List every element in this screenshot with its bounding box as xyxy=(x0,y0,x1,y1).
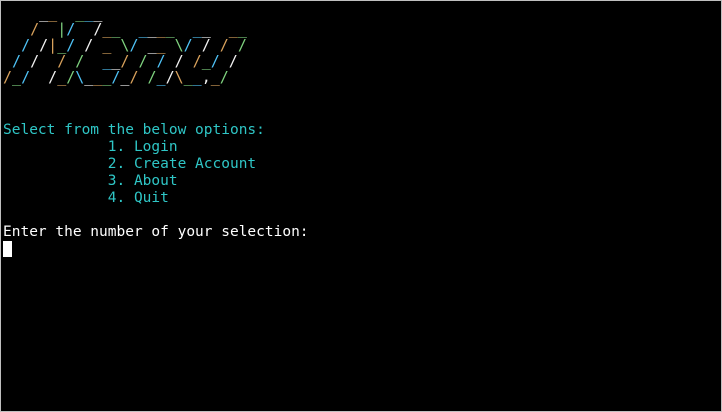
menu-ascii-banner: __ ___ / |/ /__ ____ __ __ / /|_/ / _ \/… xyxy=(3,4,247,86)
option-about: 3. About xyxy=(3,173,178,189)
terminal-window: __ ___ / |/ /__ ____ __ __ / /|_/ / _ \/… xyxy=(0,0,722,412)
option-create-account: 2. Create Account xyxy=(3,156,257,172)
text-cursor xyxy=(3,241,12,257)
option-quit: 4. Quit xyxy=(3,190,169,206)
option-login: 1. Login xyxy=(3,139,178,155)
selection-prompt: Enter the number of your selection: xyxy=(3,224,309,240)
options-heading: Select from the below options: xyxy=(3,122,265,138)
terminal-output: __ ___ / |/ /__ ____ __ __ / /|_/ / _ \/… xyxy=(3,5,719,258)
input-line[interactable] xyxy=(3,241,719,258)
